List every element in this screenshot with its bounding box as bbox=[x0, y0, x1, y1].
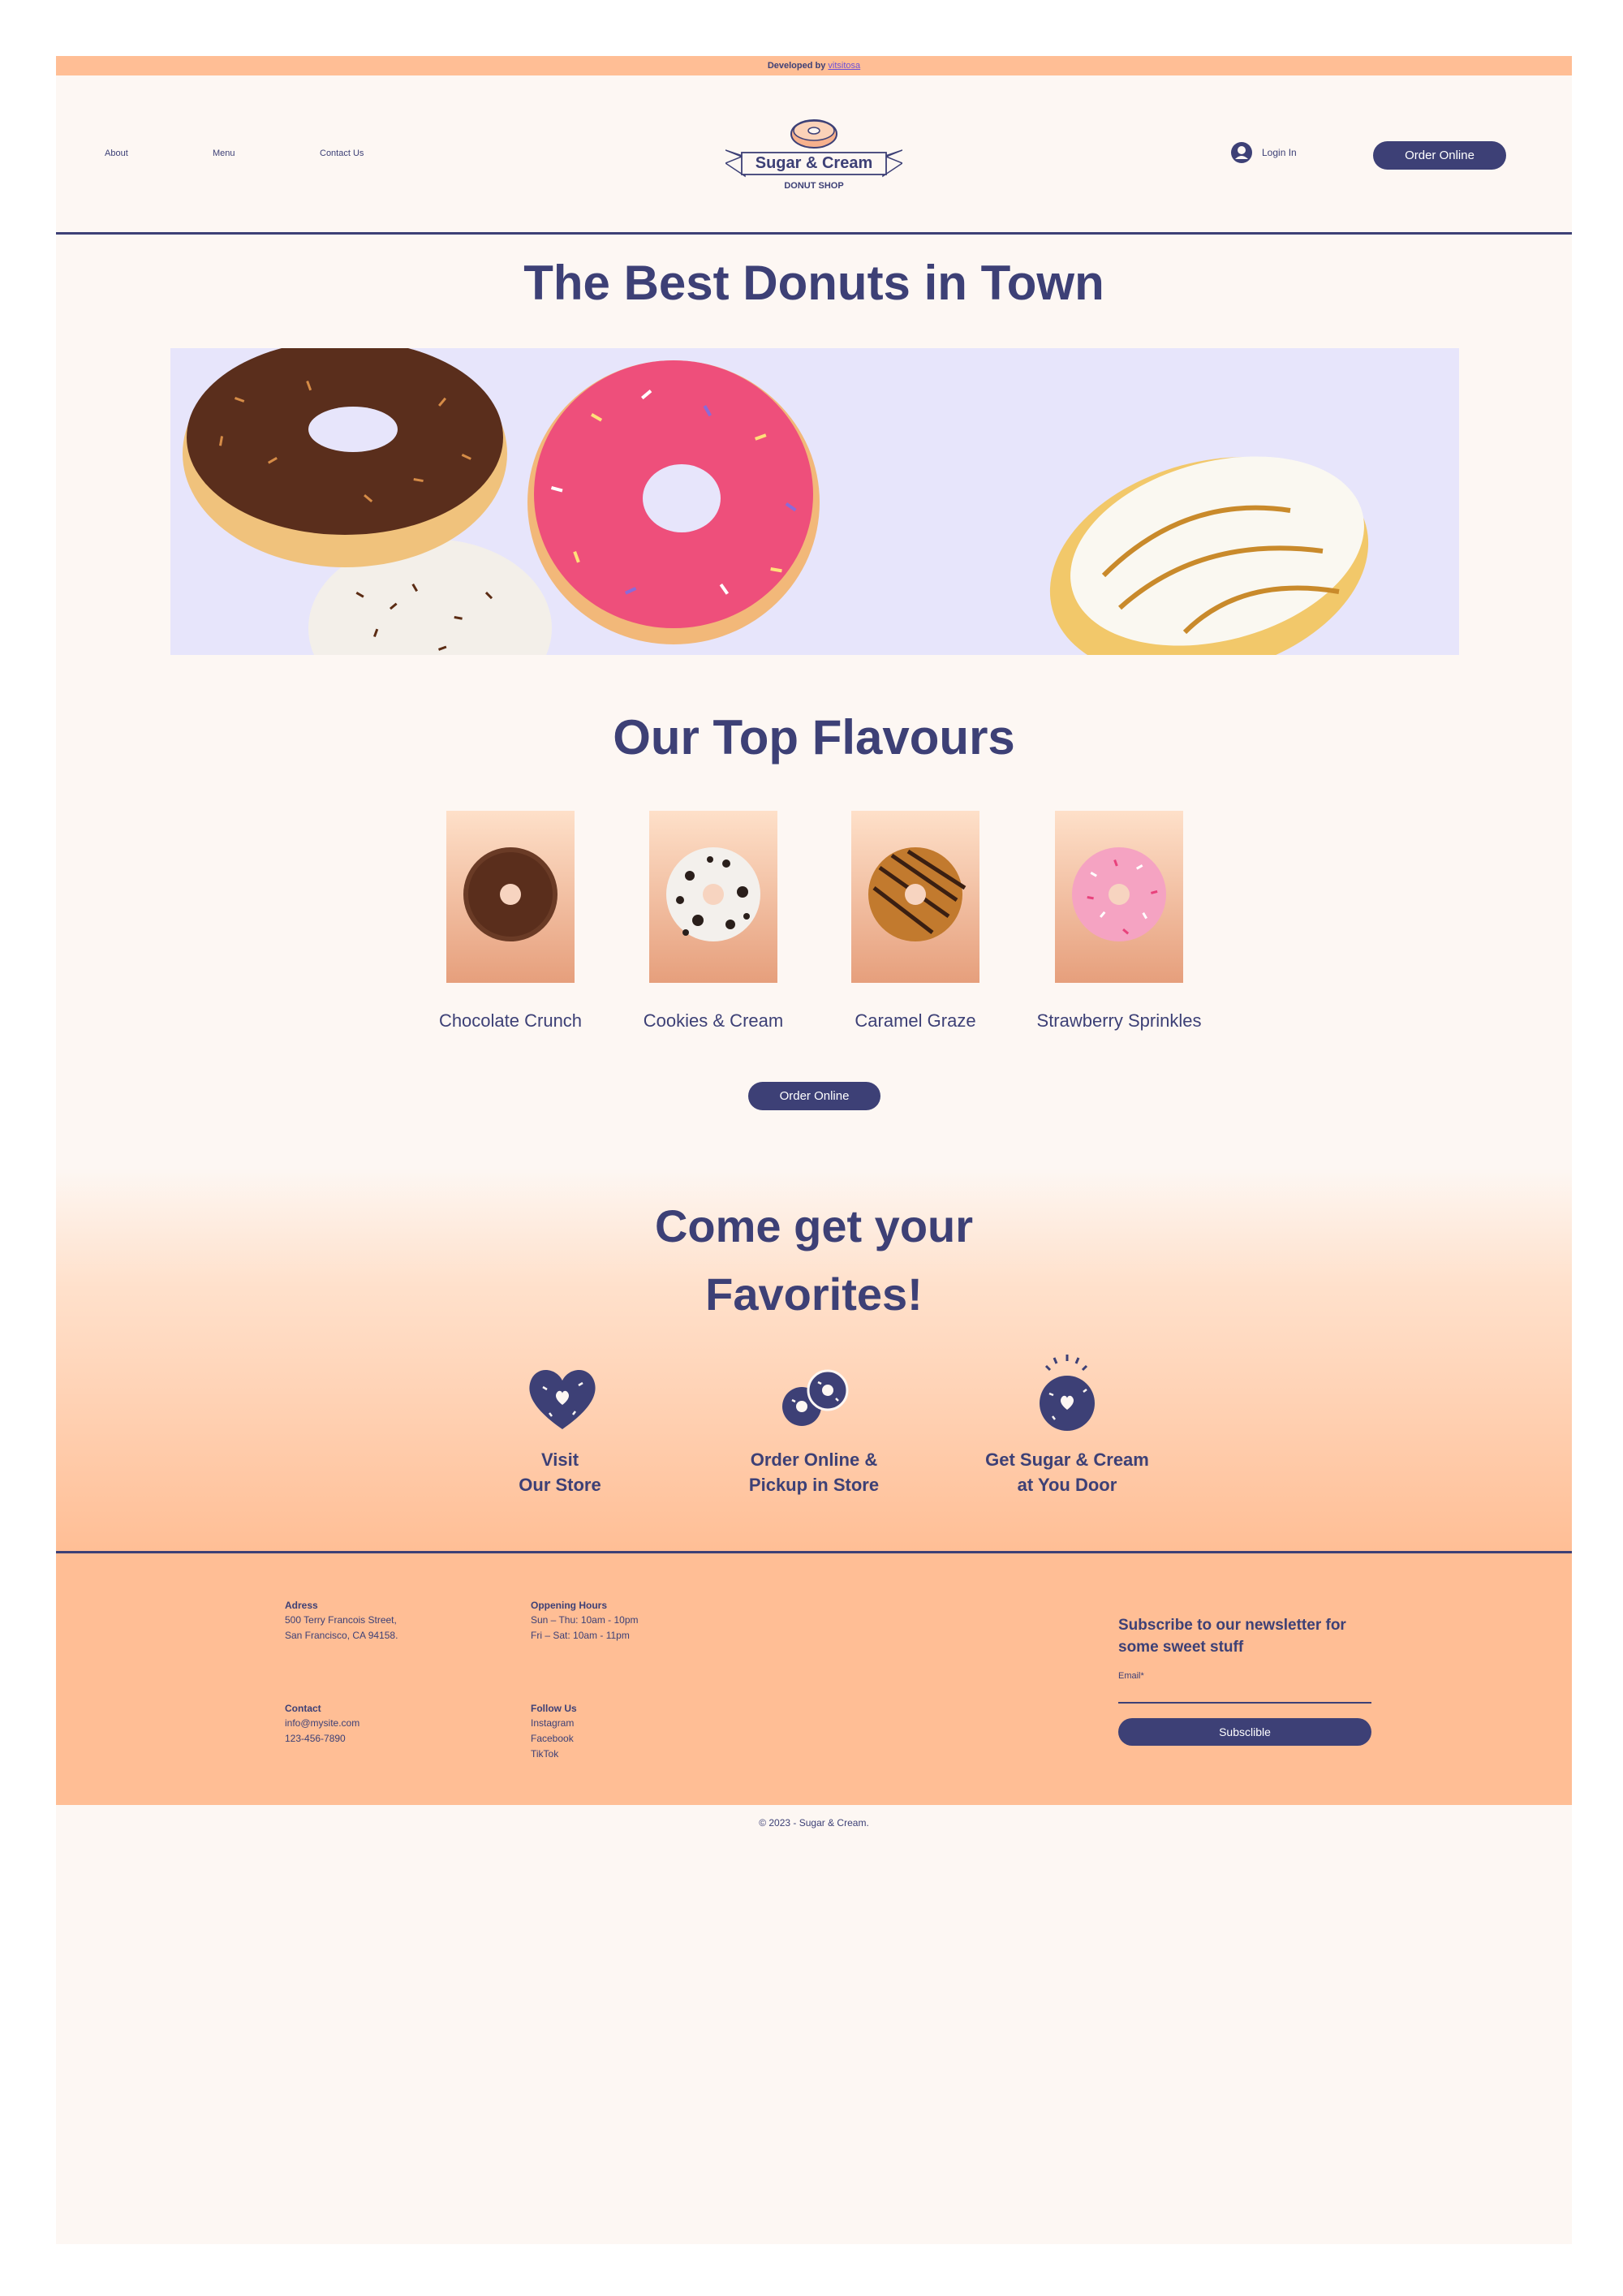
fav-order-line2: Pickup in Store bbox=[748, 1475, 880, 1495]
follow-tiktok[interactable]: TikTok bbox=[531, 1747, 577, 1762]
address-line2: San Francisco, CA 94158. bbox=[285, 1630, 398, 1641]
heart-donut-icon bbox=[529, 1369, 596, 1429]
flavour-image bbox=[851, 811, 979, 983]
chocolate-donut-icon bbox=[463, 847, 558, 941]
flavour-label-strawberry: Strawberry Sprinkles bbox=[1036, 1010, 1202, 1031]
fav-delivery-line2: at You Door bbox=[1017, 1475, 1117, 1495]
favorites-title-line1: Come get your bbox=[654, 1200, 974, 1251]
logo-tagline: DONUT SHOP bbox=[784, 181, 844, 191]
nav-contact[interactable]: Contact Us bbox=[320, 149, 364, 158]
nav-menu[interactable]: Menu bbox=[213, 149, 235, 158]
strawberry-donut-icon bbox=[1072, 847, 1166, 941]
hours-line2: Fri – Sat: 10am - 11pm bbox=[531, 1630, 630, 1641]
flavour-card-caramel[interactable] bbox=[851, 811, 981, 983]
site-page: Developed by vitsitosa About Menu Contac… bbox=[56, 56, 1572, 2244]
flavour-label-caramel: Caramel Graze bbox=[855, 1010, 976, 1031]
fav-visit-store[interactable]: Visit Our Store bbox=[438, 1447, 682, 1497]
fav-visit-line2: Our Store bbox=[519, 1475, 601, 1495]
email-label: Email* bbox=[1118, 1671, 1144, 1681]
user-avatar-icon bbox=[1231, 142, 1252, 163]
logo-name: Sugar & Cream bbox=[755, 154, 873, 172]
developer-bar: Developed by vitsitosa bbox=[56, 56, 1572, 75]
nav-about[interactable]: About bbox=[105, 149, 128, 158]
order-online-button[interactable]: Order Online bbox=[1373, 141, 1506, 170]
footer-address: Adress 500 Terry Francois Street, San Fr… bbox=[285, 1598, 398, 1643]
hero-title: The Best Donuts in Town bbox=[523, 256, 1104, 310]
site-footer bbox=[56, 1553, 1572, 1805]
delivery-donut-icon bbox=[1040, 1355, 1095, 1431]
flavour-label-chocolate: Chocolate Crunch bbox=[438, 1010, 583, 1031]
footer-hours: Oppening Hours Sun – Thu: 10am - 10pm Fr… bbox=[531, 1598, 639, 1643]
developer-prefix: Developed by bbox=[767, 61, 826, 71]
contact-phone: 123-456-7890 bbox=[285, 1733, 346, 1744]
site-header: About Menu Contact Us Sugar & Cream DONU… bbox=[56, 75, 1572, 233]
address-heading: Adress bbox=[285, 1600, 318, 1611]
footer-contact: Contact info@mysite.com 123-456-7890 bbox=[285, 1701, 359, 1747]
contact-email[interactable]: info@mysite.com bbox=[285, 1716, 359, 1731]
follow-instagram[interactable]: Instagram bbox=[531, 1716, 577, 1731]
fav-delivery[interactable]: Get Sugar & Cream at You Door bbox=[945, 1447, 1189, 1497]
hours-line1: Sun – Thu: 10am - 10pm bbox=[531, 1614, 639, 1626]
fav-order-pickup[interactable]: Order Online & Pickup in Store bbox=[692, 1447, 936, 1497]
login-link[interactable]: Login In bbox=[1231, 142, 1297, 163]
favorites-title-line2: Favorites! bbox=[705, 1269, 923, 1320]
caramel-donut-icon bbox=[868, 847, 966, 941]
newsletter-title: Subscribe to our newsletter for some swe… bbox=[1118, 1617, 1346, 1656]
order-online-button-flavours[interactable]: Order Online bbox=[748, 1082, 880, 1110]
flavour-card-strawberry[interactable] bbox=[1055, 811, 1185, 983]
header-divider bbox=[56, 232, 1572, 235]
flavour-card-cookies[interactable] bbox=[649, 811, 779, 983]
site-logo[interactable]: Sugar & Cream DONUT SHOP bbox=[724, 116, 904, 197]
follow-facebook[interactable]: Facebook bbox=[531, 1731, 577, 1747]
flavour-image bbox=[1055, 811, 1183, 983]
fav-visit-line1: Visit bbox=[540, 1450, 579, 1470]
hero-donuts-image bbox=[183, 348, 1369, 655]
subscribe-button[interactable]: Subsclible bbox=[1118, 1718, 1371, 1746]
flavour-image bbox=[649, 811, 777, 983]
email-field[interactable] bbox=[1118, 1682, 1371, 1704]
follow-heading: Follow Us bbox=[531, 1703, 577, 1714]
login-label: Login In bbox=[1262, 147, 1297, 158]
footer-follow: Follow Us Instagram Facebook TikTok bbox=[531, 1701, 577, 1762]
two-donuts-icon bbox=[782, 1369, 849, 1426]
hero-banner bbox=[170, 348, 1459, 655]
copyright-text: © 2023 - Sugar & Cream. bbox=[759, 1817, 869, 1829]
favorites-title: Come get your Favorites! bbox=[56, 1192, 1572, 1329]
developer-link[interactable]: vitsitosa bbox=[828, 61, 860, 71]
cookies-cream-donut-icon bbox=[666, 847, 760, 941]
contact-heading: Contact bbox=[285, 1703, 321, 1714]
address-line1: 500 Terry Francois Street, bbox=[285, 1614, 397, 1626]
flavour-card-chocolate[interactable] bbox=[446, 811, 576, 983]
fav-order-line1: Order Online & bbox=[750, 1450, 878, 1470]
flavour-image bbox=[446, 811, 575, 983]
hours-heading: Oppening Hours bbox=[531, 1600, 607, 1611]
flavours-title: Our Top Flavours bbox=[613, 710, 1015, 765]
flavour-label-cookies: Cookies & Cream bbox=[643, 1010, 784, 1031]
fav-delivery-line1: Get Sugar & Cream bbox=[985, 1450, 1149, 1470]
